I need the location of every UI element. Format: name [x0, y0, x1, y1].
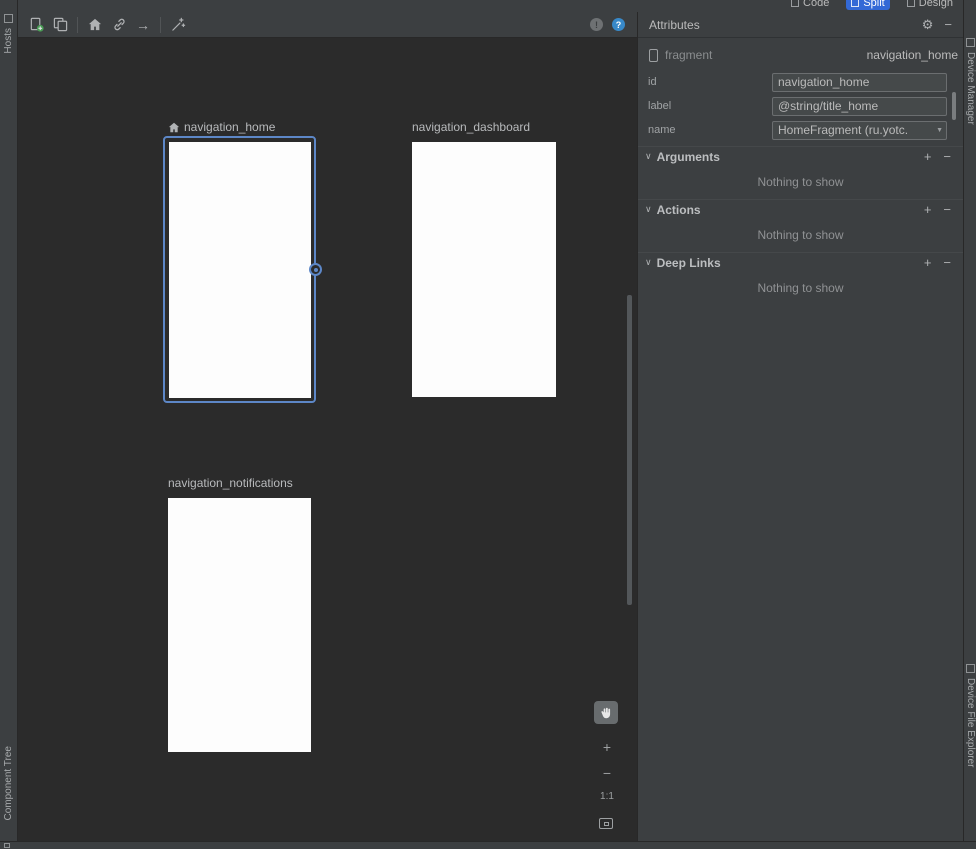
actions-empty-text: Nothing to show — [638, 228, 963, 242]
chevron-down-icon: ∨ — [645, 204, 652, 215]
tab-design-label: Design — [919, 0, 953, 9]
remove-deep-link-icon[interactable]: − — [943, 255, 951, 270]
chevron-down-icon: ▼ — [936, 127, 943, 134]
assign-start-destination-button[interactable] — [83, 14, 107, 36]
device-manager-icon — [966, 38, 975, 47]
toolwindow-component-tree[interactable]: Component Tree — [3, 746, 14, 821]
fragment-notifications-label: navigation_notifications — [168, 476, 293, 490]
add-deep-link-icon[interactable]: + — [924, 255, 932, 270]
deep-link-button[interactable] — [107, 14, 131, 36]
design-toolbar: → ! ? — [18, 12, 637, 38]
remove-argument-icon[interactable]: − — [943, 149, 951, 164]
hide-panel-icon[interactable]: − — [944, 17, 952, 32]
tab-split[interactable]: Split — [846, 0, 889, 10]
pan-tool-button[interactable] — [594, 701, 618, 724]
tab-code[interactable]: Code — [786, 0, 834, 10]
issues-icon[interactable]: ! — [590, 18, 603, 31]
arguments-section: ∨ Arguments + − Nothing to show — [638, 146, 963, 189]
id-field-input[interactable] — [772, 73, 947, 92]
arguments-empty-text: Nothing to show — [638, 175, 963, 189]
magic-wand-icon — [171, 17, 186, 32]
deep-links-section-header[interactable]: ∨ Deep Links + − — [638, 252, 963, 272]
fragment-icon — [649, 49, 658, 62]
component-type: fragment — [665, 48, 712, 62]
zoom-in-button[interactable]: + — [597, 738, 617, 756]
component-tree-icon — [4, 843, 10, 848]
navigation-canvas[interactable]: navigation_home navigation_dashboard nav… — [18, 38, 637, 841]
hosts-icon — [4, 14, 13, 23]
actions-section: ∨ Actions + − Nothing to show — [638, 199, 963, 242]
nested-graph-button[interactable] — [48, 14, 72, 36]
chevron-down-icon: ∨ — [645, 257, 652, 268]
navigation-editor-window: Code Split Design Hosts Component Tree D… — [0, 0, 976, 849]
id-field-row: id — [638, 70, 963, 94]
fragment-home-action-handle[interactable] — [309, 263, 322, 276]
remove-action-icon[interactable]: − — [943, 202, 951, 217]
toolwindow-device-file-explorer[interactable]: Device File Explorer — [965, 678, 976, 767]
left-toolwindow-strip: Hosts Component Tree — [0, 0, 18, 849]
toolbar-separator — [160, 17, 161, 33]
canvas-scrollbar[interactable] — [627, 295, 632, 605]
label-field-label: label — [648, 100, 671, 112]
arguments-section-header[interactable]: ∨ Arguments + − — [638, 146, 963, 166]
status-bar — [0, 841, 976, 849]
id-field-label: id — [648, 76, 657, 88]
code-icon — [791, 0, 799, 7]
deep-links-empty-text: Nothing to show — [638, 281, 963, 295]
actions-section-header[interactable]: ∨ Actions + − — [638, 199, 963, 219]
start-destination-home-icon — [168, 122, 180, 133]
fragment-home-label: navigation_home — [168, 120, 275, 134]
component-id: navigation_home — [867, 48, 958, 62]
hand-icon — [599, 706, 613, 720]
chevron-down-icon: ∨ — [645, 151, 652, 162]
add-destination-icon — [29, 17, 44, 32]
gear-icon[interactable]: ⚙ — [922, 17, 934, 33]
fit-screen-icon — [604, 822, 609, 826]
zoom-out-button[interactable]: − — [597, 764, 617, 782]
name-field-label: name — [648, 124, 676, 136]
attributes-header: Attributes ⚙ − — [638, 12, 963, 38]
component-summary-row: fragment navigation_home — [638, 44, 963, 66]
link-icon — [112, 17, 127, 32]
auto-arrange-button[interactable] — [166, 14, 190, 36]
action-arrow-icon: → — [136, 17, 150, 33]
device-file-explorer-icon — [966, 664, 975, 673]
deep-links-section: ∨ Deep Links + − Nothing to show — [638, 252, 963, 295]
label-field-row: label — [638, 94, 963, 118]
attributes-scrollbar-thumb[interactable] — [952, 92, 956, 120]
name-field-dropdown[interactable]: HomeFragment (ru.yotc. ▼ — [772, 121, 947, 140]
help-icon[interactable]: ? — [612, 18, 625, 31]
add-action-button[interactable]: → — [131, 14, 155, 36]
toolwindow-hosts[interactable]: Hosts — [3, 28, 14, 54]
fragment-dashboard-preview[interactable] — [412, 142, 556, 397]
add-argument-icon[interactable]: + — [924, 149, 932, 164]
tab-code-label: Code — [803, 0, 829, 9]
attributes-panel: Attributes ⚙ − fragment navigation_home … — [637, 12, 963, 841]
fragment-notifications-preview[interactable] — [168, 498, 311, 752]
fragment-dashboard-label: navigation_dashboard — [412, 120, 530, 134]
split-icon — [851, 0, 859, 7]
tab-design[interactable]: Design — [902, 0, 958, 10]
tab-split-label: Split — [863, 0, 884, 9]
view-mode-bar: Code Split Design — [0, 0, 976, 12]
right-toolwindow-strip: Device Manager Device File Explorer — [963, 0, 976, 849]
nested-graph-icon — [53, 17, 68, 32]
zoom-level-label[interactable]: 1:1 — [597, 791, 617, 802]
label-field-input[interactable] — [772, 97, 947, 116]
toolbar-separator — [77, 17, 78, 33]
add-action-icon[interactable]: + — [924, 202, 932, 217]
design-icon — [907, 0, 915, 7]
home-icon — [88, 18, 102, 31]
zoom-to-fit-button[interactable] — [599, 818, 613, 829]
toolwindow-device-manager[interactable]: Device Manager — [965, 52, 976, 125]
add-destination-button[interactable] — [24, 14, 48, 36]
name-field-row: name HomeFragment (ru.yotc. ▼ — [638, 118, 963, 142]
fragment-home-preview[interactable] — [169, 142, 311, 398]
attributes-title: Attributes — [649, 18, 700, 32]
